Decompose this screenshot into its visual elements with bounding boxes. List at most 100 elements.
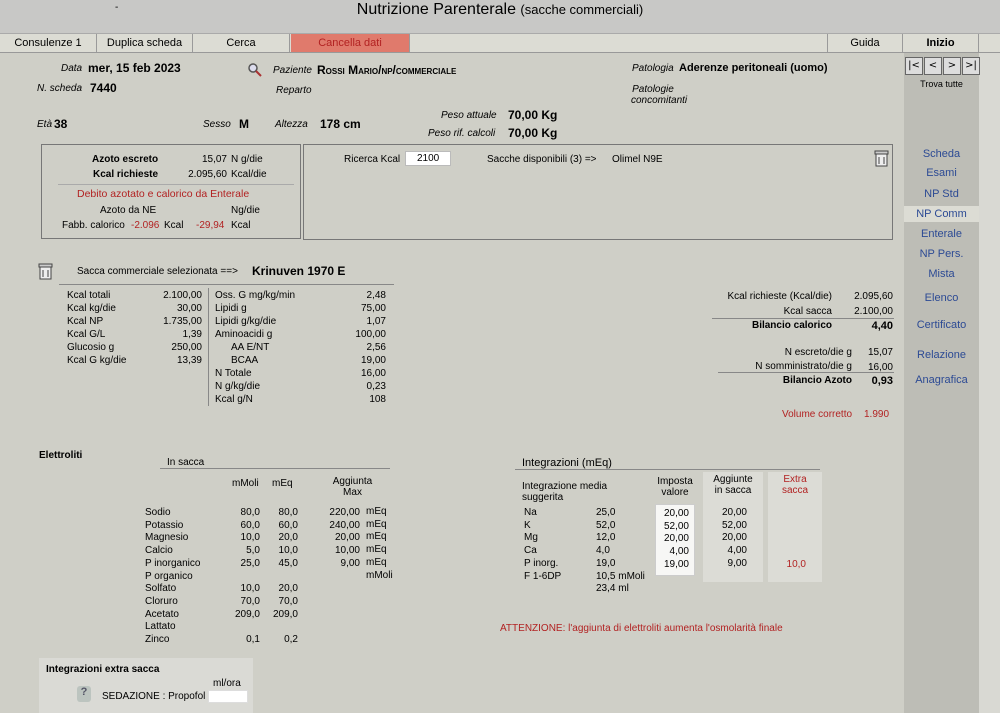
imposta-valore-header: Imposta valore — [657, 476, 693, 498]
sacca-param-value: 2.100,00 — [163, 290, 202, 301]
last-record-button[interactable]: >| — [962, 57, 980, 75]
sedazione-label: SEDAZIONE : Propofol — [102, 691, 206, 702]
sidebar-item-np-pers[interactable]: NP Pers. — [904, 248, 979, 260]
bilancio-azoto-value: 0,93 — [871, 375, 893, 387]
elettrolita-meq: 45,0 — [278, 557, 298, 569]
imposta-valore[interactable]: 20,00 — [655, 533, 689, 544]
integrazione-suggerita: 12,0 — [596, 532, 616, 544]
integrazione-name: P inorg. — [524, 557, 559, 569]
fabb-calorico-label: Fabb. calorico — [62, 220, 125, 231]
imposta-valore[interactable]: 19,00 — [655, 559, 689, 570]
integrazioni-title: Integrazioni (mEq) — [522, 457, 612, 469]
attenzione-warning: ATTENZIONE: l'aggiunta di elettroliti au… — [500, 623, 783, 634]
tab-cerca[interactable]: Cerca — [193, 34, 290, 52]
sacca-param-label: N Totale — [215, 368, 252, 379]
sidebar-item-certificato[interactable]: Certificato — [904, 319, 979, 331]
sacca-param-label: Kcal kg/die — [67, 303, 116, 314]
bilancio-azoto-label: Bilancio Azoto — [782, 375, 852, 386]
altezza-value: 178 cm — [320, 117, 361, 131]
sacca-param-label: Kcal g/N — [215, 394, 253, 405]
scheda-label: N. scheda — [37, 83, 83, 94]
sacca-param-value: 100,00 — [355, 329, 386, 340]
next-record-button[interactable]: > — [943, 57, 961, 75]
sacca-param-label: Kcal G kg/die — [67, 355, 127, 366]
integrazione-suggerita: 10,5 mMoli — [596, 570, 645, 582]
sacca-param-value: 0,23 — [366, 381, 386, 392]
scrollbar[interactable] — [979, 53, 1000, 713]
sacca-param-label: Kcal G/L — [67, 329, 106, 340]
help-icon[interactable]: ? — [77, 686, 91, 702]
prev-record-button[interactable]: < — [924, 57, 942, 75]
sidebar-item-anagrafica[interactable]: Anagrafica — [904, 374, 979, 386]
paziente-value: Rossi Mario/np/commerciale — [317, 63, 457, 77]
elettrolita-aggiunta: 240,00 — [329, 519, 360, 531]
integrazione-suggerita: 4,0 — [596, 545, 610, 557]
volume-corretto-label: Volume corretto — [782, 409, 853, 420]
elettrolita-aggiunta: 10,00 — [334, 545, 360, 557]
imposta-valore[interactable]: 52,00 — [655, 521, 689, 532]
sidebar-item-scheda[interactable]: Scheda — [904, 148, 979, 160]
trash-icon-sacca[interactable] — [37, 262, 55, 280]
peso-rif-value: 70,00 Kg — [508, 126, 558, 140]
sesso-value: M — [239, 117, 249, 131]
app-subtitle: (sacche commerciali) — [520, 2, 644, 17]
elettrolita-name: Zinco — [145, 634, 170, 645]
azoto-ne-unit: Ng/die — [231, 205, 260, 216]
elettrolita-mmoli: 209,0 — [234, 608, 260, 620]
imposta-valore[interactable]: 4,00 — [655, 546, 689, 557]
bilancio-calorico-value: 4,40 — [871, 320, 893, 332]
sidebar-item-np-comm[interactable]: NP Comm — [904, 206, 979, 222]
trash-icon[interactable] — [873, 149, 891, 167]
elettrolita-aggiunta: 9,00 — [340, 557, 360, 569]
elettrolita-aggiunta: 220,00 — [329, 507, 360, 518]
azoto-escreto-value: 15,07 — [201, 154, 227, 165]
sidebar-item-np-std[interactable]: NP Std — [904, 188, 979, 200]
integrazione-name: F 1-6DP — [524, 570, 562, 582]
azoto-escreto-unit: N g/die — [231, 154, 263, 165]
sidebar-item-relazione[interactable]: Relazione — [904, 349, 979, 361]
sacca-param-value: 250,00 — [171, 342, 202, 353]
elettrolita-mmoli: 25,0 — [240, 557, 260, 569]
sacca-param-value: 1,39 — [182, 329, 202, 340]
kcal-sacca-label: Kcal sacca — [783, 306, 832, 317]
tab-duplica-scheda[interactable]: Duplica scheda — [97, 34, 193, 52]
elettrolita-name: Cloruro — [145, 595, 178, 607]
elettrolita-unit: mEq — [366, 506, 387, 517]
ricerca-kcal-input[interactable]: 2100 — [405, 151, 451, 166]
elettrolita-name: Calcio — [145, 545, 173, 557]
sidebar-item-esami[interactable]: Esami — [904, 167, 979, 179]
trova-tutte-button[interactable]: Trova tutte — [904, 79, 979, 89]
integrazione-suggerita: 23,4 ml — [596, 583, 629, 595]
elettrolita-name: Solfato — [145, 583, 177, 595]
elettrolita-name: P inorganico — [145, 557, 201, 569]
sacca-param-label: Lipidi g — [215, 303, 247, 314]
tab-inizio[interactable]: Inizio — [903, 34, 979, 52]
tab-guida[interactable]: Guida — [827, 34, 903, 52]
sacche-disponibili-label: Sacche disponibili (3) => — [487, 154, 597, 165]
elettrolita-mmoli: 10,0 — [240, 583, 260, 595]
elettrolita-mmoli: 10,0 — [240, 532, 260, 544]
first-record-button[interactable]: |< — [905, 57, 923, 75]
elettrolita-name: Potassio — [145, 519, 184, 531]
sacca-param-value: 1.735,00 — [163, 316, 202, 327]
elettrolita-mmoli: 70,0 — [240, 595, 260, 607]
tab-cancella-dati[interactable]: Cancella dati — [291, 34, 410, 52]
elettrolita-mmoli: 60,0 — [240, 519, 260, 531]
sacca-param-label: Aminoacidi g — [215, 329, 273, 340]
sacca-param-label: Glucosio g — [67, 342, 115, 353]
sacca-param-label: Oss. G mg/kg/min — [215, 290, 296, 301]
sacca-param-value: 75,00 — [360, 303, 386, 314]
tab-consulenze[interactable]: Consulenze 1 — [0, 34, 97, 52]
sidebar-item-elenco[interactable]: Elenco — [904, 292, 979, 304]
sidebar-item-enterale[interactable]: Enterale — [904, 228, 979, 240]
ricerca-kcal-label: Ricerca Kcal — [344, 154, 401, 165]
integrazione-name: Na — [524, 507, 537, 518]
imposta-valore[interactable]: 20,00 — [655, 508, 689, 519]
sacca-param-value: 1,07 — [366, 316, 386, 327]
search-icon[interactable] — [247, 62, 262, 77]
sedazione-input[interactable] — [208, 690, 248, 703]
sacca-disponibile-link[interactable]: Olimel N9E — [612, 154, 663, 165]
fabb-calorico-unit: Kcal — [164, 220, 184, 231]
scheda-value: 7440 — [90, 81, 117, 95]
sidebar-item-mista[interactable]: Mista — [904, 268, 979, 280]
